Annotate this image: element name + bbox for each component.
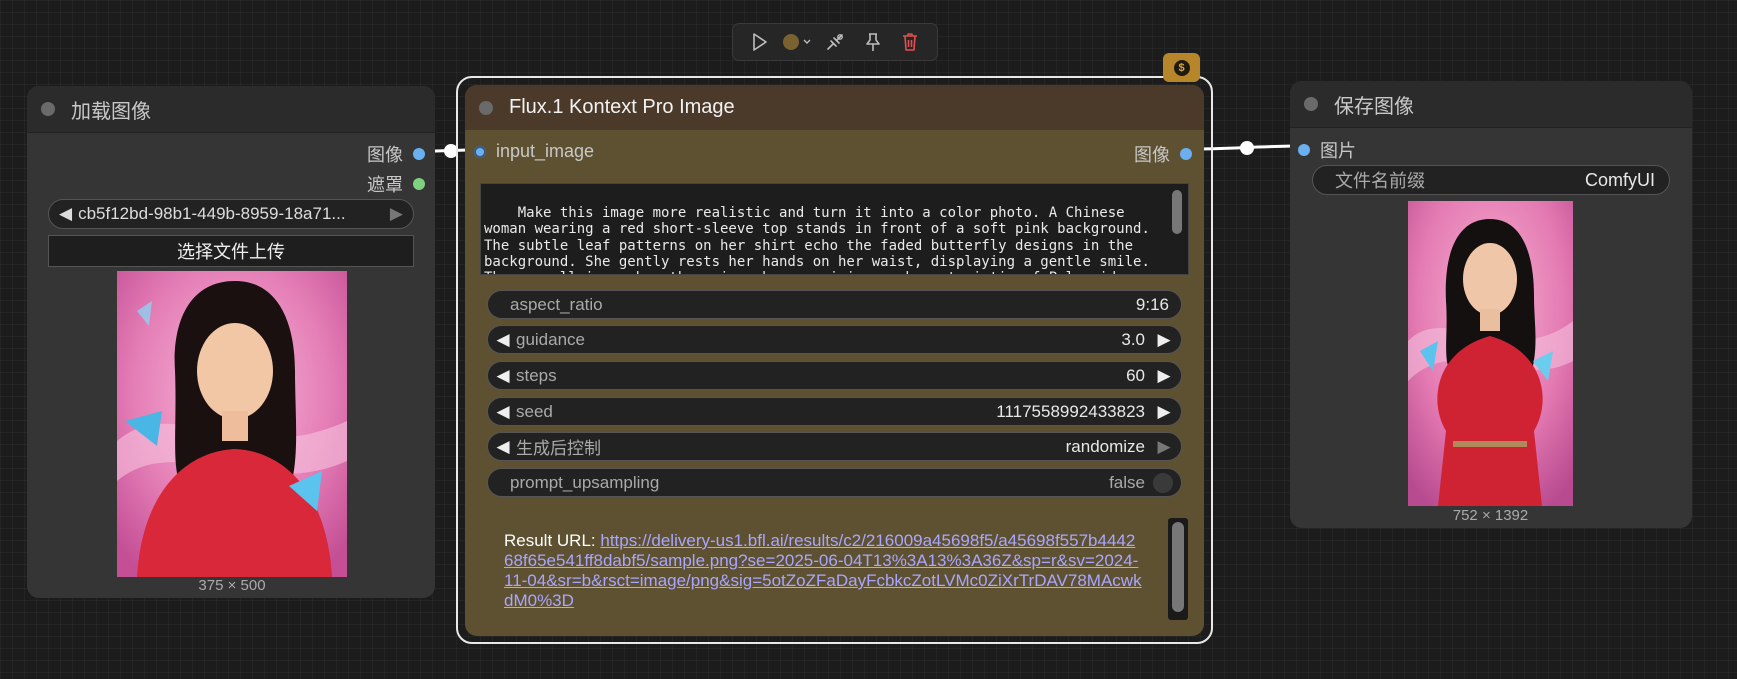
play-icon[interactable] — [745, 27, 775, 57]
slot-label: input_image — [496, 141, 595, 161]
file-value: cb5f12bd-98b1-449b-8959-18a71... — [78, 204, 346, 223]
increment-arrow-icon[interactable]: ▶ — [1157, 437, 1171, 456]
collapse-dot[interactable] — [1304, 97, 1318, 111]
decrement-arrow-icon[interactable]: ◀ — [496, 437, 510, 456]
widget-value: 60 — [1126, 365, 1145, 385]
collapse-dot[interactable] — [479, 100, 493, 115]
result-output: Result URL: https://delivery-us1.bfl.ai/… — [504, 531, 1142, 611]
widget-value: randomize — [1065, 436, 1145, 456]
slot-dot[interactable] — [413, 148, 425, 160]
slot-label: 图片 — [1320, 141, 1356, 161]
node-header[interactable]: 加载图像 — [27, 86, 435, 133]
decrement-arrow-icon[interactable]: ◀ — [496, 330, 510, 349]
prompt-textarea[interactable]: Make this image more realistic and turn … — [480, 183, 1189, 275]
widget-value: 9:16 — [1135, 294, 1169, 314]
output-image — [1408, 201, 1573, 506]
upload-file-button[interactable]: 选择文件上传 — [48, 235, 414, 267]
slot-dot[interactable] — [1180, 148, 1192, 160]
load-image-node[interactable]: 加载图像 图像 遮罩 ◀ cb5f12bd-98b1-449b-8959-18a… — [27, 86, 435, 598]
increment-arrow-icon[interactable]: ▶ — [1157, 366, 1171, 385]
node-title: 加载图像 — [71, 100, 151, 123]
pin-icon[interactable] — [858, 27, 888, 57]
decrement-arrow-icon[interactable]: ◀ — [496, 402, 510, 421]
widget-label: aspect_ratio — [510, 294, 603, 314]
dollar-icon: $ — [1173, 59, 1190, 76]
slot-dot[interactable] — [413, 178, 425, 190]
chevron-down-icon — [803, 39, 811, 44]
node-title: Flux.1 Kontext Pro Image — [509, 96, 735, 118]
widget-control-after-generate[interactable]: ◀ 生成后控制 randomize ▶ — [487, 432, 1182, 461]
increment-arrow-icon[interactable]: ▶ — [1157, 330, 1171, 349]
widget-aspect-ratio[interactable]: aspect_ratio 9:16 — [487, 290, 1182, 319]
widget-label: guidance — [516, 329, 586, 349]
input-slot-image[interactable]: input_image — [474, 141, 594, 162]
widget-label: prompt_upsampling — [510, 472, 660, 492]
node-color-swatch — [782, 34, 799, 50]
widget-value: 1117558992433823 — [996, 401, 1145, 421]
slot-label: 图像 — [1134, 145, 1170, 165]
increment-arrow-icon[interactable]: ▶ — [1157, 402, 1171, 421]
left-arrow-icon[interactable]: ◀ — [59, 204, 72, 224]
node-header[interactable]: Flux.1 Kontext Pro Image — [465, 85, 1204, 130]
toggle-value: false — [1109, 472, 1145, 492]
selection-toolbar — [732, 23, 938, 61]
flux-kontext-node[interactable]: Flux.1 Kontext Pro Image input_image 图像 … — [465, 85, 1204, 636]
field-label: 文件名前缀 — [1335, 171, 1425, 191]
widget-label: steps — [516, 365, 557, 385]
preview-image — [117, 271, 347, 577]
slot-label: 图像 — [367, 145, 403, 165]
toggle-switch[interactable] — [1153, 472, 1173, 493]
color-picker-button[interactable] — [782, 27, 812, 57]
bypass-icon[interactable] — [820, 27, 850, 57]
image-dimensions: 375 × 500 — [198, 577, 266, 594]
collapse-dot[interactable] — [41, 102, 55, 116]
input-slot-images[interactable]: 图片 — [1298, 137, 1356, 163]
right-arrow-icon[interactable]: ▶ — [390, 204, 403, 224]
node-title: 保存图像 — [1334, 95, 1414, 118]
widget-value: 3.0 — [1121, 329, 1145, 349]
widget-label: 生成后控制 — [516, 439, 601, 458]
slot-label: 遮罩 — [367, 175, 403, 195]
field-value: ComfyUI — [1584, 169, 1655, 190]
image-dimensions: 752 × 1392 — [1452, 507, 1529, 524]
widget-steps[interactable]: ◀ steps 60 ▶ — [487, 361, 1182, 390]
link-midpoint-right — [1240, 141, 1254, 155]
delete-icon[interactable] — [895, 27, 925, 57]
node-header[interactable]: 保存图像 — [1290, 81, 1692, 128]
output-slot-mask[interactable]: 遮罩 — [367, 171, 425, 197]
result-url-link[interactable]: https://delivery-us1.bfl.ai/results/c2/2… — [504, 531, 1142, 610]
widget-guidance[interactable]: ◀ guidance 3.0 ▶ — [487, 325, 1182, 354]
api-price-badge[interactable]: $ — [1163, 53, 1200, 82]
result-scrollbar[interactable] — [1168, 518, 1188, 620]
scrollbar-thumb[interactable] — [1172, 522, 1184, 612]
decrement-arrow-icon[interactable]: ◀ — [496, 366, 510, 385]
widget-prompt-upsampling[interactable]: prompt_upsampling false — [487, 468, 1182, 497]
output-slot-image[interactable]: 图像 — [1134, 141, 1192, 167]
image-file-combo[interactable]: ◀ cb5f12bd-98b1-449b-8959-18a71... ▶ — [48, 199, 414, 229]
widget-label: seed — [516, 401, 553, 421]
result-label: Result URL: — [504, 531, 596, 550]
slot-dot[interactable] — [1298, 144, 1310, 156]
save-image-node[interactable]: 保存图像 图片 文件名前缀 ComfyUI 752 × 1392 — [1290, 81, 1692, 528]
slot-dot[interactable] — [474, 145, 486, 158]
scrollbar[interactable] — [1172, 190, 1182, 234]
output-slot-image[interactable]: 图像 — [367, 141, 425, 167]
widget-seed[interactable]: ◀ seed 1117558992433823 ▶ — [487, 397, 1182, 426]
prompt-text: Make this image more realistic and turn … — [484, 205, 1150, 274]
filename-prefix-field[interactable]: 文件名前缀 ComfyUI — [1312, 165, 1670, 195]
